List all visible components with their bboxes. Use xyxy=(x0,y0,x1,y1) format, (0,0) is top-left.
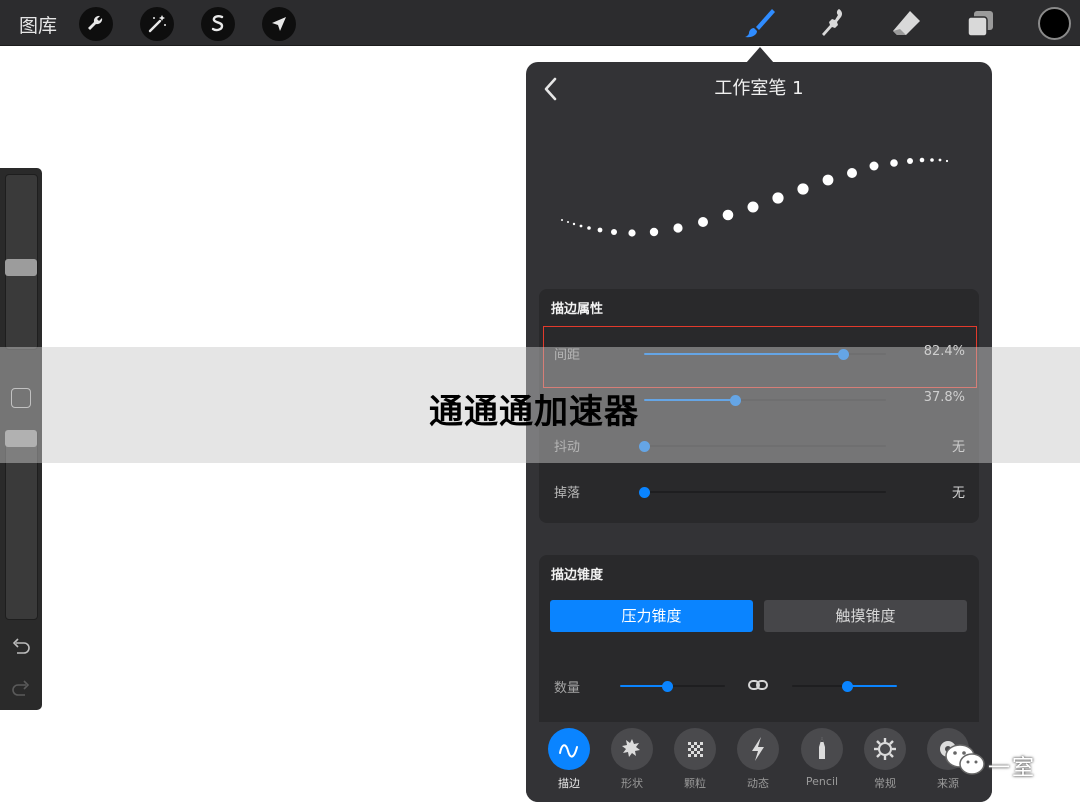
brush-settings-tabbar: 描边 形状 颗粒 动态 Pencil 常规 来源 xyxy=(526,722,992,802)
tab-label: 形状 xyxy=(621,777,643,790)
tab-label: 颗粒 xyxy=(684,777,706,790)
preview-dot xyxy=(587,226,591,230)
amount-left-fill xyxy=(620,685,668,687)
tab-lightning[interactable]: 动态 xyxy=(732,728,784,791)
preview-dot xyxy=(649,227,659,237)
preview-dot xyxy=(579,224,583,228)
panel-pointer xyxy=(746,47,774,63)
selection-icon[interactable] xyxy=(201,7,235,41)
tab-circle[interactable] xyxy=(801,728,843,770)
tab-label: 常规 xyxy=(874,777,896,790)
falloff-slider[interactable] xyxy=(638,486,886,498)
shape-burst-icon xyxy=(622,739,640,757)
tab-circle[interactable] xyxy=(674,728,716,770)
watermark-text: 通通通加速器 xyxy=(429,392,639,432)
preview-dot xyxy=(869,161,879,171)
amount-left-slider[interactable] xyxy=(620,680,725,692)
preview-dot xyxy=(747,201,759,213)
wechat-icon xyxy=(945,744,985,775)
undo-icon[interactable] xyxy=(10,636,32,658)
link-icon[interactable] xyxy=(747,677,769,693)
preview-dot xyxy=(597,227,603,233)
tab-stroke-wave[interactable]: 描边 xyxy=(543,728,595,791)
wechat-channel-name: 一室 xyxy=(988,756,1037,781)
tab-circle[interactable] xyxy=(737,728,779,770)
transform-arrow-icon[interactable] xyxy=(262,7,296,41)
preview-dot xyxy=(698,217,708,227)
tab-label: Pencil xyxy=(805,775,839,788)
amount-label: 数量 xyxy=(554,681,581,696)
wrench-icon[interactable] xyxy=(79,7,113,41)
preview-dot xyxy=(567,221,569,223)
stroke-taper-title: 描边锥度 xyxy=(551,568,604,583)
preview-dot xyxy=(722,209,734,221)
amount-right-fill xyxy=(847,685,897,687)
falloff-label: 掉落 xyxy=(554,486,581,501)
preview-dot xyxy=(930,158,934,162)
preview-dot xyxy=(628,229,636,237)
preview-dot xyxy=(673,223,683,233)
preview-dot xyxy=(822,174,834,186)
top-toolbar: 图库 xyxy=(0,0,1080,46)
tab-label: 描边 xyxy=(558,777,580,790)
pressure-taper-tab[interactable]: 压力锥度 xyxy=(550,600,753,632)
preview-dot xyxy=(890,159,898,167)
brush-size-thumb[interactable] xyxy=(5,259,37,277)
preview-dot xyxy=(797,183,809,195)
preview-dot xyxy=(561,219,563,221)
amount-right-slider[interactable] xyxy=(792,680,897,692)
magic-wand-icon[interactable] xyxy=(140,7,174,41)
preview-dot xyxy=(772,192,784,204)
panel-title: 工作室笔 1 xyxy=(714,78,804,99)
preview-dot xyxy=(572,222,576,226)
redo-icon[interactable] xyxy=(10,678,32,700)
amount-right-thumb[interactable] xyxy=(842,680,854,692)
preview-dot xyxy=(919,157,925,163)
preview-dot xyxy=(945,159,949,163)
color-picker-button[interactable] xyxy=(1038,7,1071,40)
gear-icon xyxy=(874,738,896,760)
tab-circle[interactable] xyxy=(611,728,653,770)
layers-icon[interactable] xyxy=(962,5,998,41)
tab-circle[interactable] xyxy=(548,728,590,770)
stroke-wave-icon xyxy=(559,744,578,758)
tab-gear[interactable]: 常规 xyxy=(859,728,911,791)
brush-icon[interactable] xyxy=(741,5,777,41)
tab-circle[interactable] xyxy=(864,728,906,770)
amount-left-thumb[interactable] xyxy=(661,680,673,692)
preview-dot xyxy=(611,229,617,235)
gallery-button[interactable]: 图库 xyxy=(19,11,57,38)
stroke-properties-title: 描边属性 xyxy=(551,302,604,317)
preview-dot xyxy=(907,158,913,164)
falloff-value: 无 xyxy=(951,486,965,501)
touch-taper-tab[interactable]: 触摸锥度 xyxy=(764,600,967,632)
lightning-icon xyxy=(752,737,764,761)
eraser-icon[interactable] xyxy=(888,5,924,41)
pencil-tip-icon xyxy=(819,737,825,759)
stroke-preview xyxy=(561,157,949,237)
falloff-thumb[interactable] xyxy=(638,486,650,498)
tab-grain-checker[interactable]: 颗粒 xyxy=(669,728,721,791)
tab-shape-burst[interactable]: 形状 xyxy=(606,728,658,791)
grain-checker-icon xyxy=(688,742,703,757)
preview-dot xyxy=(847,168,857,178)
smudge-icon[interactable] xyxy=(815,5,851,41)
tab-label: 动态 xyxy=(747,777,769,790)
tab-pencil-tip[interactable]: Pencil xyxy=(796,728,848,788)
preview-dot xyxy=(938,158,942,162)
